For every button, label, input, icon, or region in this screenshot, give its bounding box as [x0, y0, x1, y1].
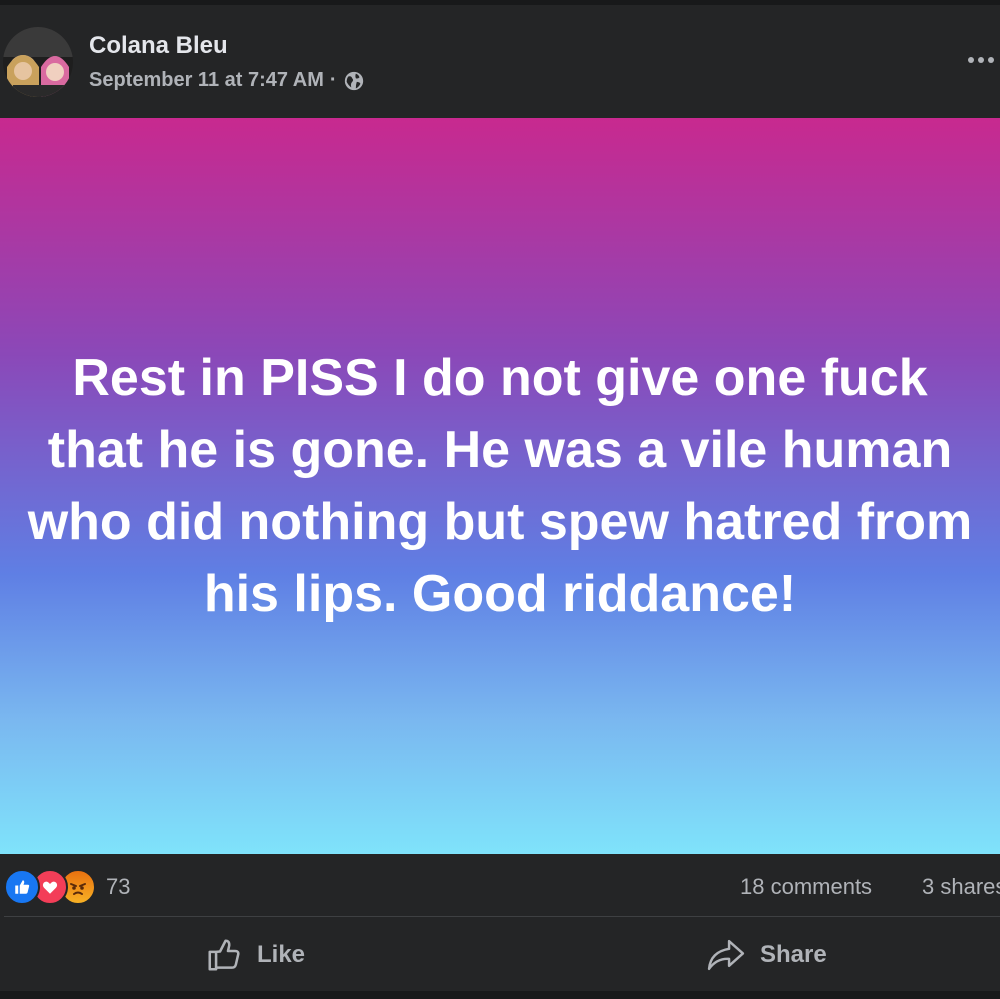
post-timestamp[interactable]: September 11 at 7:47 AM [89, 69, 324, 92]
comments-count[interactable]: 18 comments [740, 874, 872, 900]
globe-icon[interactable] [343, 70, 365, 92]
like-button[interactable]: Like [205, 935, 305, 975]
like-reaction-icon [4, 869, 40, 905]
reactions-summary[interactable]: 73 [4, 869, 131, 905]
dot [968, 57, 974, 63]
post-card: Colana Bleu September 11 at 7:47 AM · Re… [0, 0, 1000, 999]
avatar[interactable] [3, 27, 73, 97]
author-name[interactable]: Colana Bleu [89, 32, 228, 60]
post-text-background: Rest in PISS I do not give one fuck that… [0, 118, 1000, 854]
shares-count[interactable]: 3 shares [922, 874, 1000, 900]
dot [978, 57, 984, 63]
meta-separator: · [329, 69, 337, 91]
dot [988, 57, 994, 63]
thumbs-up-icon [208, 939, 240, 971]
more-options-icon[interactable] [968, 45, 1000, 75]
share-button[interactable]: Share [706, 935, 827, 975]
like-label: Like [257, 941, 306, 968]
post-text: Rest in PISS I do not give one fuck that… [27, 349, 973, 623]
post-header: Colana Bleu September 11 at 7:47 AM · [0, 5, 1000, 118]
post-actions: Like Share [0, 917, 1000, 991]
post-meta: September 11 at 7:47 AM · [89, 69, 365, 92]
bottom-edge [0, 991, 1000, 999]
post-stats: 73 18 comments 3 shares [0, 854, 1000, 916]
reaction-count: 73 [106, 874, 131, 899]
share-arrow-icon [707, 939, 745, 971]
avatar-photo [3, 27, 73, 97]
share-label: Share [760, 941, 827, 968]
